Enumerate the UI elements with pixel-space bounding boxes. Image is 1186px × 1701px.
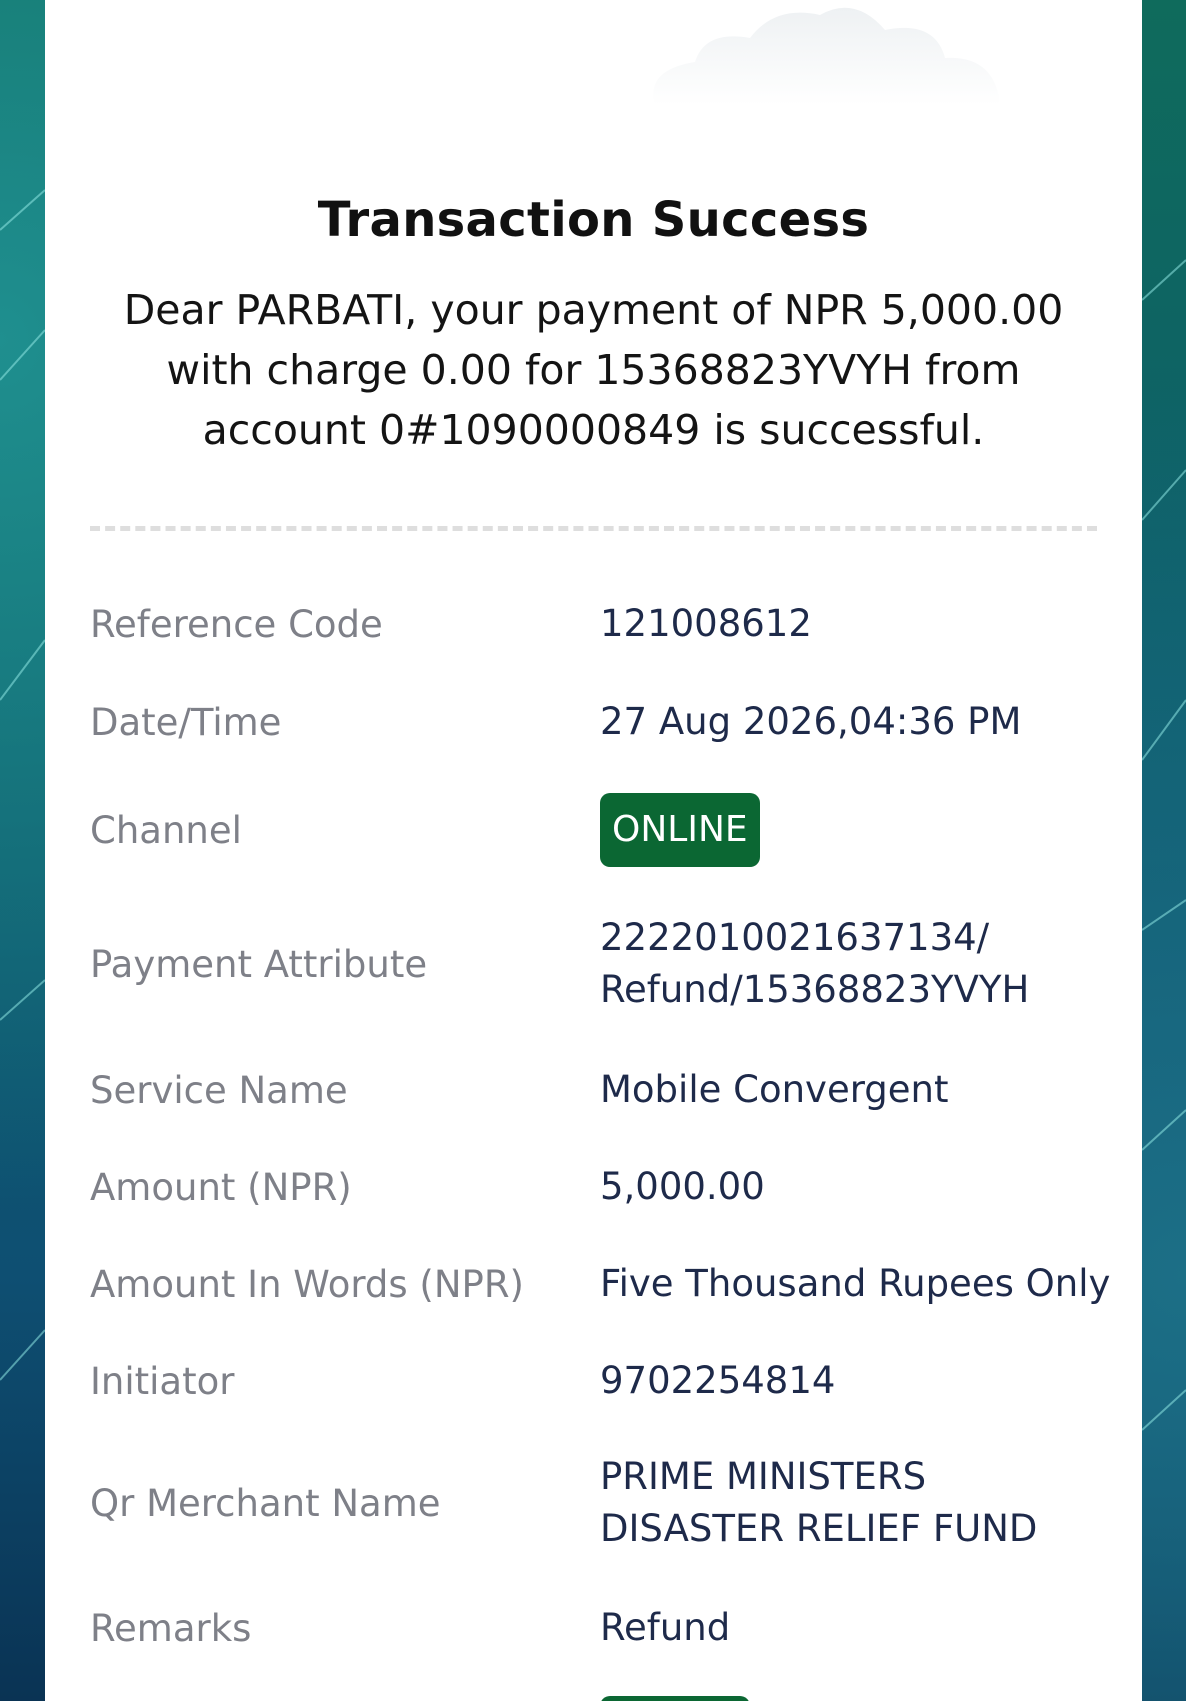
amount-value: 5,000.00	[600, 1165, 765, 1208]
remarks-label: Remarks	[90, 1606, 252, 1650]
payment-attribute-label: Payment Attribute	[90, 942, 428, 986]
next-row-badge-partial	[600, 1696, 750, 1701]
payment-attribute-line-2: Refund/15368823YVYH	[600, 968, 1030, 1011]
success-message: Dear PARBATI, your payment of NPR 5,000.…	[123, 286, 1064, 454]
detail-row-amount-in-words: Amount In Words (NPR) Five Thousand Rupe…	[90, 1258, 1112, 1310]
page-title: Transaction Success	[317, 192, 870, 248]
qr-merchant-name-value: PRIME MINISTERS DISASTER RELIEF FUND	[600, 1451, 1112, 1555]
initiator-value: 9702254814	[600, 1359, 836, 1402]
reference-code-label: Reference Code	[90, 602, 383, 646]
reference-code-value: 121008612	[600, 602, 812, 645]
amount-in-words-label: Amount In Words (NPR)	[90, 1262, 524, 1306]
channel-label: Channel	[90, 808, 242, 852]
service-name-label: Service Name	[90, 1068, 348, 1112]
dashed-divider	[90, 526, 1097, 531]
date-time-label: Date/Time	[90, 700, 282, 744]
remarks-value: Refund	[600, 1606, 731, 1649]
cloud-icon	[653, 7, 1000, 106]
date-time-value: 27 Aug 2026,04:36 PM	[600, 700, 1022, 743]
qr-merchant-name-line-2: DISASTER RELIEF FUND	[600, 1507, 1038, 1550]
detail-row-service-name: Service Name Mobile Convergent	[90, 1064, 1112, 1116]
detail-row-reference-code: Reference Code 121008612	[90, 598, 1112, 650]
detail-row-payment-attribute: Payment Attribute 2222010021637134/ Refu…	[90, 912, 1112, 1016]
detail-row-remarks: Remarks Refund	[90, 1602, 1112, 1654]
channel-badge: ONLINE	[600, 793, 760, 867]
payment-attribute-value: 2222010021637134/ Refund/15368823YVYH	[600, 912, 1112, 1016]
detail-row-date-time: Date/Time 27 Aug 2026,04:36 PM	[90, 696, 1112, 748]
detail-row-channel: Channel ONLINE	[90, 793, 1112, 867]
amount-label: Amount (NPR)	[90, 1165, 352, 1209]
qr-merchant-name-label: Qr Merchant Name	[90, 1481, 441, 1525]
receipt-card: Transaction Success Dear PARBATI, your p…	[45, 0, 1142, 1701]
detail-row-initiator: Initiator 9702254814	[90, 1355, 1112, 1407]
channel-value-cell: ONLINE	[600, 793, 1112, 867]
initiator-label: Initiator	[90, 1359, 235, 1403]
qr-merchant-name-line-1: PRIME MINISTERS	[600, 1455, 927, 1498]
amount-in-words-value: Five Thousand Rupees Only	[600, 1262, 1111, 1305]
detail-row-amount: Amount (NPR) 5,000.00	[90, 1161, 1112, 1213]
detail-row-qr-merchant-name: Qr Merchant Name PRIME MINISTERS DISASTE…	[90, 1451, 1112, 1555]
payment-attribute-line-1: 2222010021637134/	[600, 916, 990, 959]
service-name-value: Mobile Convergent	[600, 1068, 949, 1111]
